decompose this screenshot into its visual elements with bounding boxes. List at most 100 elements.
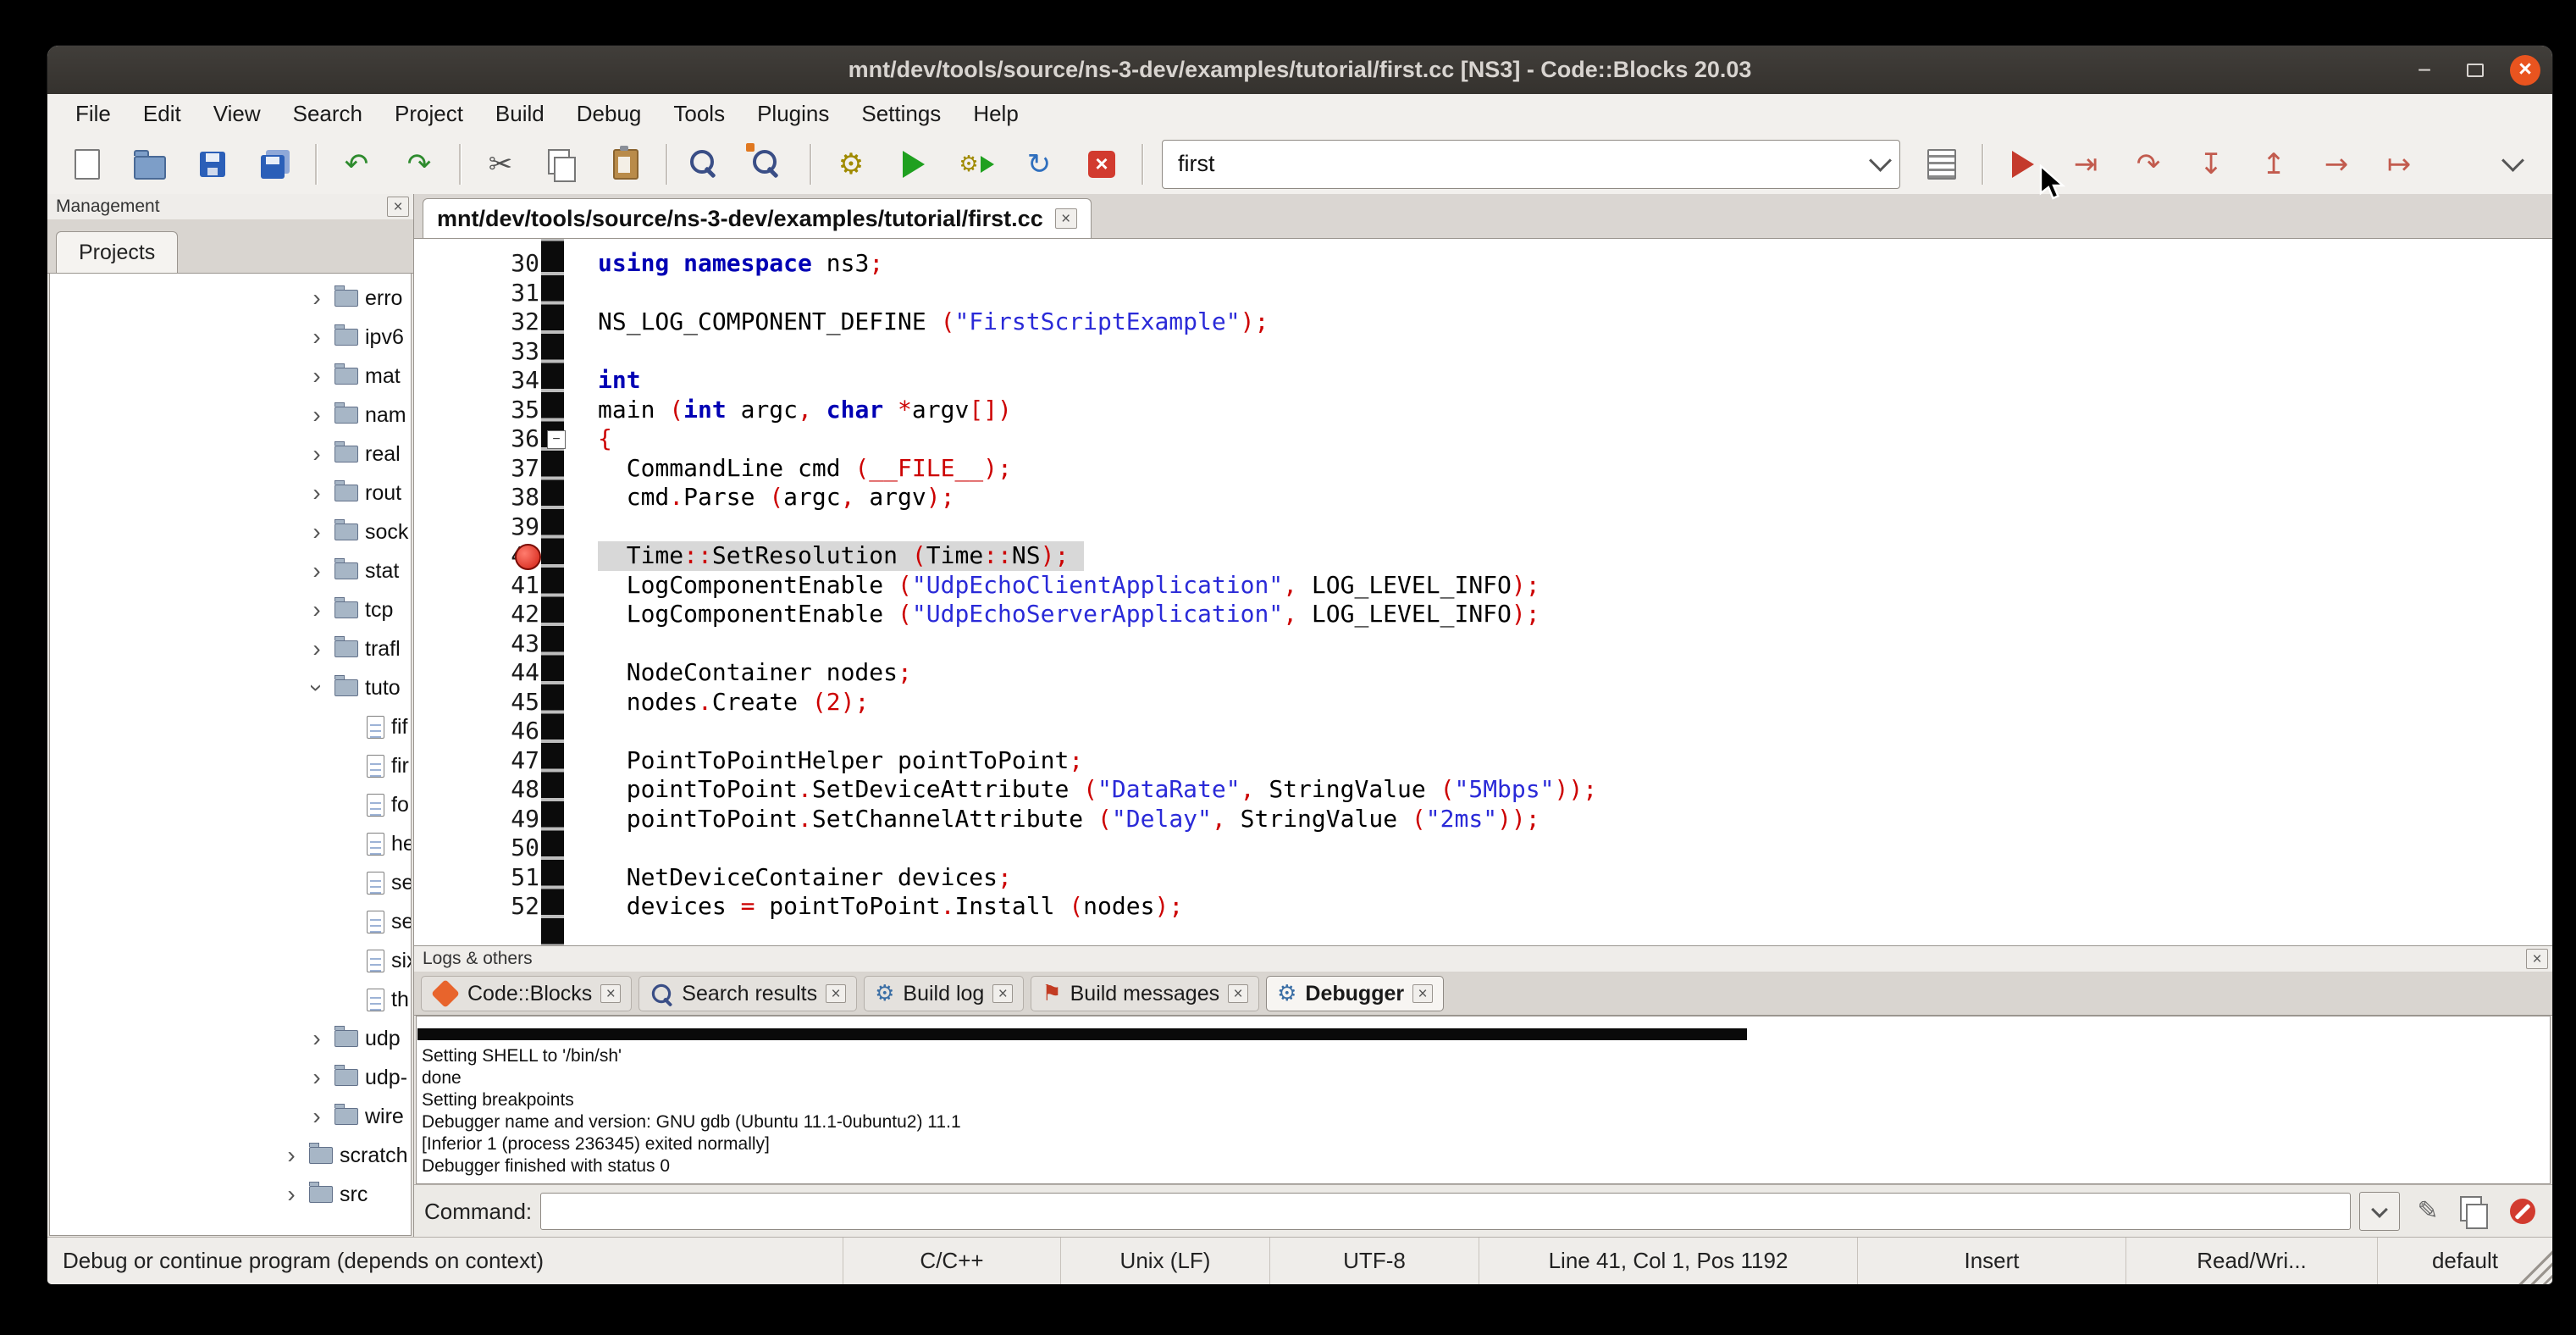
line-number[interactable]: 35: [414, 396, 561, 425]
code-line-50[interactable]: 50: [414, 834, 2552, 863]
editor-tab-first-cc[interactable]: mnt/dev/tools/source/ns-3-dev/examples/t…: [423, 198, 1092, 238]
code-line-38[interactable]: 38 cmd.Parse (argc, argv);: [414, 483, 2552, 512]
tree-item-rout[interactable]: ›rout: [50, 474, 411, 512]
minimize-button[interactable]: [2408, 54, 2441, 86]
paste-button[interactable]: [601, 140, 650, 189]
tree-item-fir[interactable]: fir: [50, 746, 411, 785]
tree-item-nam[interactable]: ›nam: [50, 396, 411, 435]
log-tab-build-messages[interactable]: ⚑Build messages: [1031, 976, 1259, 1011]
build-and-run-button[interactable]: ⚙: [952, 140, 1001, 189]
log-tab-search-results[interactable]: Search results: [638, 976, 857, 1011]
debugger-log[interactable]: Setting SHELL to '/bin/sh'doneSetting br…: [416, 1016, 2551, 1184]
line-number[interactable]: 30: [414, 249, 561, 279]
build-button[interactable]: ⚙: [826, 140, 876, 189]
code-line-36[interactable]: 36{: [414, 424, 2552, 454]
log-line[interactable]: [Inferior 1 (process 236345) exited norm…: [422, 1133, 2541, 1155]
tree-item-mat[interactable]: ›mat: [50, 357, 411, 396]
tree-item-scratch[interactable]: ›scratch: [50, 1136, 411, 1175]
tree-item-fo[interactable]: fo: [50, 785, 411, 824]
tree-item-udp[interactable]: ›udp: [50, 1019, 411, 1058]
chevron-right-icon[interactable]: ›: [306, 481, 328, 505]
combo-dropdown-button[interactable]: [1860, 159, 1899, 169]
tree-item-udp[interactable]: ›udp-: [50, 1058, 411, 1097]
tree-item-tcp[interactable]: ›tcp: [50, 590, 411, 629]
tab-close-icon[interactable]: [992, 984, 1013, 1003]
tree-item-real[interactable]: ›real: [50, 435, 411, 474]
line-number[interactable]: 46: [414, 717, 561, 746]
line-number[interactable]: 47: [414, 746, 561, 776]
command-history-button[interactable]: [2359, 1192, 2400, 1231]
log-tab-build-log[interactable]: ⚙Build log: [864, 976, 1024, 1011]
management-close-icon[interactable]: [387, 197, 409, 217]
menu-build[interactable]: Build: [479, 94, 561, 134]
toolbar-overflow-button[interactable]: [2488, 140, 2537, 189]
chevron-right-icon[interactable]: ›: [306, 637, 328, 661]
open-file-button[interactable]: [125, 140, 174, 189]
tab-close-icon[interactable]: [826, 984, 846, 1003]
abort-button[interactable]: [1077, 140, 1126, 189]
tree-item-six[interactable]: six: [50, 941, 411, 980]
fold-marker[interactable]: [547, 430, 566, 449]
code-line-31[interactable]: 31: [414, 279, 2552, 308]
code-line-52[interactable]: 52 devices = pointToPoint.Install (nodes…: [414, 892, 2552, 922]
tree-item-trafl[interactable]: ›trafl: [50, 629, 411, 668]
next-line-button[interactable]: ↷: [2124, 140, 2173, 189]
code-line-42[interactable]: 42 LogComponentEnable ("UdpEchoServerApp…: [414, 600, 2552, 629]
chevron-right-icon[interactable]: ›: [306, 520, 328, 544]
step-out-button[interactable]: ↥: [2249, 140, 2298, 189]
menu-debug[interactable]: Debug: [561, 94, 658, 134]
line-number[interactable]: 38: [414, 483, 561, 512]
chevron-right-icon[interactable]: ›: [306, 325, 328, 349]
menu-settings[interactable]: Settings: [845, 94, 957, 134]
line-number[interactable]: 33: [414, 337, 561, 367]
tree-item-erro[interactable]: ›erro: [50, 279, 411, 318]
pencil-button[interactable]: ✎: [2408, 1192, 2447, 1231]
code-line-37[interactable]: 37 CommandLine cmd (__FILE__);: [414, 454, 2552, 484]
rebuild-button[interactable]: ↻: [1014, 140, 1064, 189]
command-input[interactable]: [540, 1193, 2351, 1230]
stop-debugger-button[interactable]: [2503, 1192, 2542, 1231]
chevron-right-icon[interactable]: ›: [306, 598, 328, 622]
line-number[interactable]: 51: [414, 863, 561, 893]
menu-project[interactable]: Project: [379, 94, 479, 134]
save-all-button[interactable]: [251, 140, 300, 189]
tree-item-sock[interactable]: ›sock: [50, 512, 411, 551]
undo-button[interactable]: ↶: [332, 140, 381, 189]
save-button[interactable]: [188, 140, 237, 189]
log-line[interactable]: done: [422, 1067, 2541, 1089]
menu-file[interactable]: File: [59, 94, 127, 134]
chevron-right-icon[interactable]: ›: [306, 1027, 328, 1050]
code-line-41[interactable]: 41 LogComponentEnable ("UdpEchoClientApp…: [414, 571, 2552, 601]
log-tab-code-blocks[interactable]: Code::Blocks: [421, 976, 632, 1011]
menu-tools[interactable]: Tools: [657, 94, 741, 134]
cut-button[interactable]: ✂: [476, 140, 525, 189]
code-line-47[interactable]: 47 PointToPointHelper pointToPoint;: [414, 746, 2552, 776]
menu-view[interactable]: View: [197, 94, 277, 134]
redo-button[interactable]: ↷: [395, 140, 444, 189]
line-number[interactable]: 48: [414, 775, 561, 805]
line-number[interactable]: 43: [414, 629, 561, 659]
tree-item-ipv6[interactable]: ›ipv6: [50, 318, 411, 357]
close-button[interactable]: [2510, 55, 2540, 86]
logs-close-icon[interactable]: [2526, 949, 2548, 969]
chevron-right-icon[interactable]: ›: [280, 1183, 302, 1206]
code-line-48[interactable]: 48 pointToPoint.SetDeviceAttribute ("Dat…: [414, 775, 2552, 805]
code-line-33[interactable]: 33: [414, 337, 2552, 367]
line-number[interactable]: 34: [414, 366, 561, 396]
tree-item-wire[interactable]: ›wire: [50, 1097, 411, 1136]
code-line-35[interactable]: 35main (int argc, char *argv[]): [414, 396, 2552, 425]
chevron-right-icon[interactable]: ›: [306, 364, 328, 388]
tab-projects[interactable]: Projects: [56, 231, 178, 273]
run-button[interactable]: [889, 140, 938, 189]
maximize-button[interactable]: [2459, 54, 2491, 86]
tree-item-th[interactable]: th: [50, 980, 411, 1019]
new-file-button[interactable]: [63, 140, 112, 189]
tree-item-se[interactable]: se: [50, 902, 411, 941]
line-number[interactable]: 42: [414, 600, 561, 629]
chevron-right-icon[interactable]: ›: [306, 442, 328, 466]
code-line-45[interactable]: 45 nodes.Create (2);: [414, 688, 2552, 717]
line-number[interactable]: 39: [414, 512, 561, 542]
log-line[interactable]: Debugger name and version: GNU gdb (Ubun…: [422, 1111, 2541, 1133]
tree-item-tuto[interactable]: ›tuto: [50, 668, 411, 707]
tree-item-stat[interactable]: ›stat: [50, 551, 411, 590]
